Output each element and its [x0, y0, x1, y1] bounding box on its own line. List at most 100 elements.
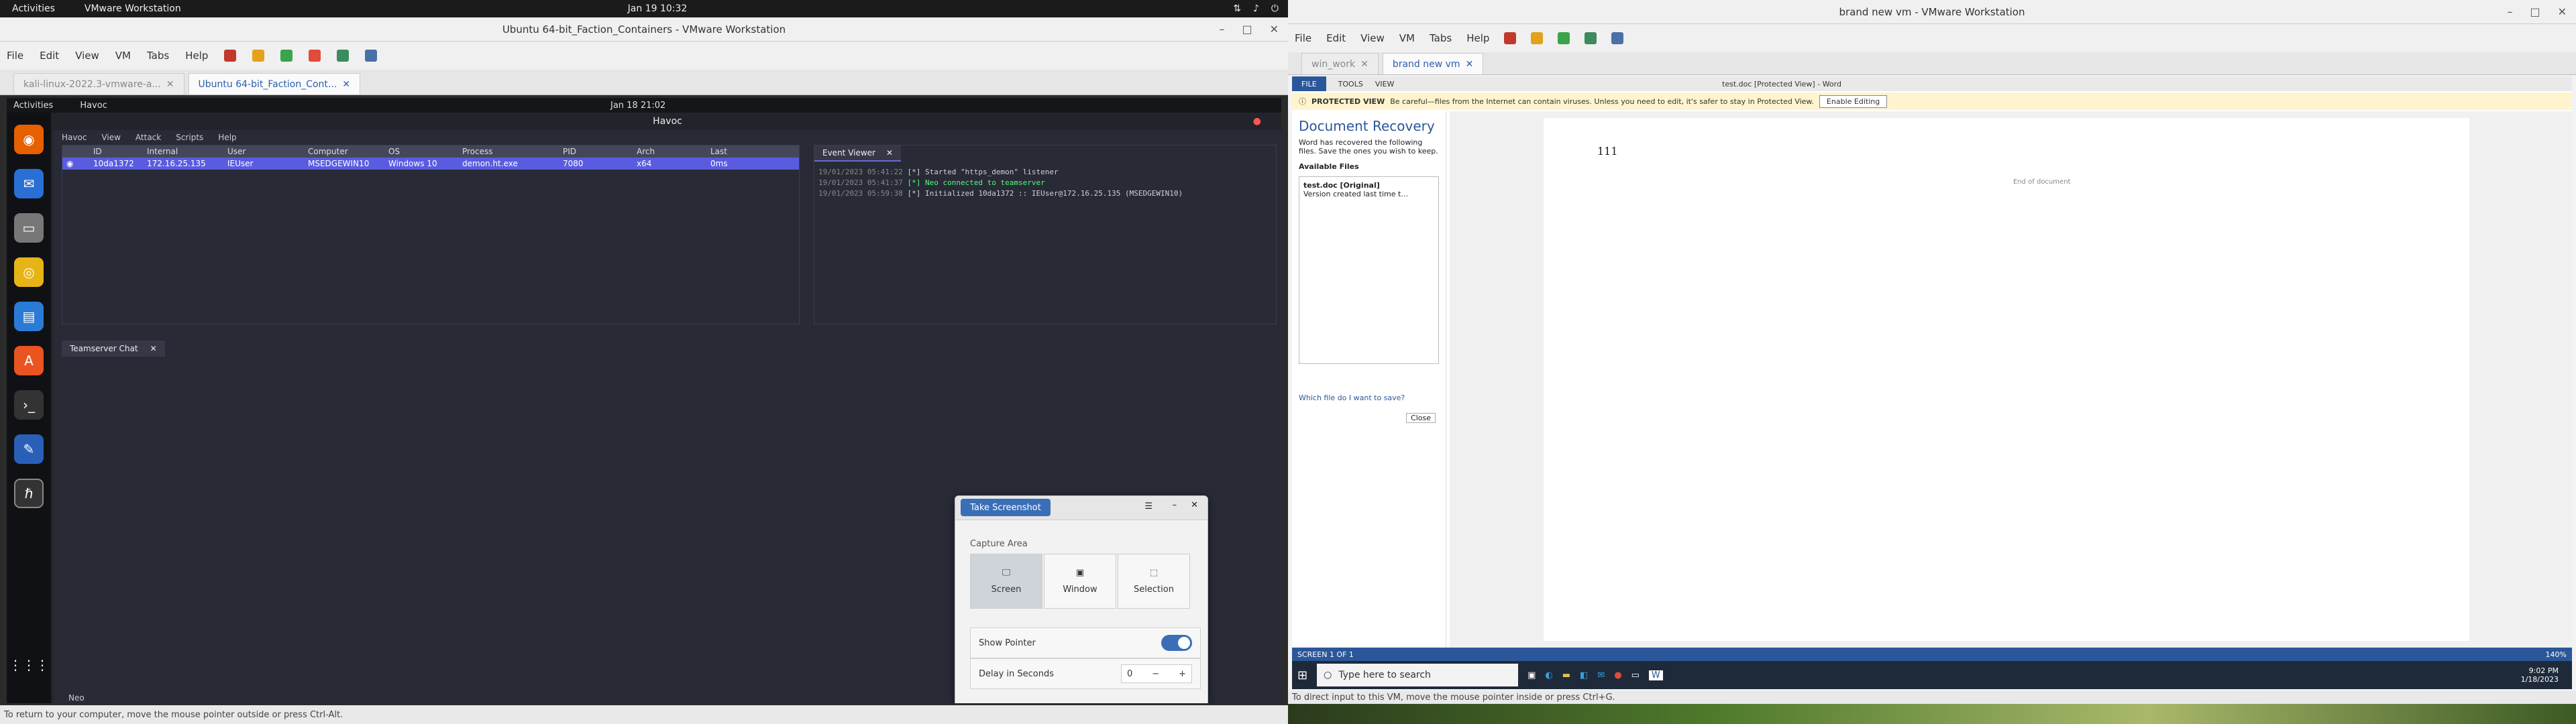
close-icon[interactable]: ✕: [886, 148, 893, 158]
close-icon[interactable]: ✕: [1270, 23, 1279, 36]
ribbon-tools[interactable]: TOOLS: [1338, 80, 1363, 88]
minus-icon[interactable]: −: [1152, 669, 1159, 679]
minimize-icon[interactable]: –: [1173, 500, 1177, 510]
suspend-icon[interactable]: [1531, 32, 1544, 44]
col-pid[interactable]: PID: [559, 147, 633, 156]
capture-screen-option[interactable]: 🖵 Screen: [970, 554, 1042, 609]
menu-icon[interactable]: ☰: [1144, 501, 1152, 511]
menu-help[interactable]: Help: [185, 50, 208, 62]
col-last[interactable]: Last: [706, 147, 760, 156]
havoc-menu-havoc[interactable]: Havoc: [62, 133, 87, 142]
terminal-icon[interactable]: ›_: [14, 390, 44, 420]
windows-start-icon[interactable]: ⊞: [1297, 668, 1307, 682]
col-id[interactable]: ID: [89, 147, 143, 156]
suspend-icon[interactable]: [252, 50, 265, 62]
app-menu[interactable]: VMware Workstation: [85, 3, 181, 14]
havoc-menu-attack[interactable]: Attack: [136, 133, 161, 142]
close-icon[interactable]: ✕: [342, 79, 350, 90]
minimize-icon[interactable]: –: [2507, 5, 2512, 18]
task-view-icon[interactable]: ▣: [1527, 670, 1536, 680]
ubuntu-guest-screen[interactable]: Activities Havoc Jan 18 21:02 ◉ ✉ ▭ ◎ ▤ …: [7, 98, 1281, 703]
snapshot-icon[interactable]: [337, 50, 350, 62]
snapshot-icon[interactable]: [1585, 32, 1597, 44]
take-screenshot-button[interactable]: Take Screenshot: [961, 499, 1051, 516]
activities-button[interactable]: Activities: [12, 3, 55, 14]
close-icon[interactable]: ✕: [1466, 59, 1474, 70]
close-icon[interactable]: ✕: [2558, 5, 2567, 18]
close-button[interactable]: Close: [1406, 413, 1436, 423]
menu-tabs[interactable]: Tabs: [147, 50, 169, 62]
col-internal[interactable]: Internal: [143, 147, 223, 156]
windows-guest-screen[interactable]: FILE TOOLS VIEW test.doc [Protected View…: [1292, 76, 2572, 689]
ubuntu-activities[interactable]: Activities: [13, 101, 53, 111]
tab-event-viewer[interactable]: Event Viewer ✕: [814, 145, 902, 162]
col-computer[interactable]: Computer: [304, 147, 384, 156]
play-icon[interactable]: [1558, 32, 1570, 44]
zoom-level[interactable]: 140%: [2546, 650, 2567, 659]
rhythmbox-icon[interactable]: ◎: [14, 257, 44, 287]
ubuntu-app-menu[interactable]: Havoc: [80, 101, 107, 111]
menu-vm[interactable]: VM: [115, 50, 131, 62]
col-process[interactable]: Process: [458, 147, 559, 156]
col-user[interactable]: User: [223, 147, 304, 156]
close-icon[interactable]: ●: [1253, 116, 1261, 127]
delay-value[interactable]: 0: [1127, 669, 1132, 679]
word-icon[interactable]: W: [1648, 670, 1663, 680]
havoc-icon[interactable]: ℏ: [14, 479, 44, 508]
edge-icon[interactable]: ◐: [1545, 670, 1552, 680]
col-arch[interactable]: Arch: [633, 147, 706, 156]
ubuntu-clock[interactable]: Jan 18 21:02: [610, 101, 665, 111]
enable-editing-button[interactable]: Enable Editing: [1819, 95, 1888, 108]
fullscreen-icon[interactable]: [365, 50, 378, 62]
taskbar-clock[interactable]: 9:02 PM 1/18/2023: [2521, 666, 2559, 684]
explorer-icon[interactable]: ▬: [1562, 670, 1570, 680]
capture-selection-option[interactable]: ⬚ Selection: [1118, 554, 1190, 609]
text-editor-icon[interactable]: ✎: [14, 434, 44, 464]
menu-edit[interactable]: Edit: [40, 50, 59, 62]
document-page[interactable]: 111 End of document: [1544, 118, 2469, 641]
close-icon[interactable]: ✕: [166, 79, 174, 90]
close-icon[interactable]: ✕: [1360, 59, 1368, 70]
havoc-menu-scripts[interactable]: Scripts: [176, 133, 203, 142]
tab-kali[interactable]: kali-linux-2022.3-vmware-a... ✕: [13, 73, 184, 95]
files-icon[interactable]: ▭: [14, 213, 44, 243]
col-os[interactable]: OS: [384, 147, 458, 156]
which-file-link[interactable]: Which file do I want to save?: [1299, 394, 1439, 402]
thunderbird-icon[interactable]: ✉: [14, 169, 44, 198]
store-icon[interactable]: ◧: [1580, 670, 1588, 680]
taskbar-search[interactable]: ○ Type here to search: [1317, 664, 1519, 686]
tab-teamserver-chat[interactable]: Teamserver Chat ✕: [62, 341, 165, 357]
havoc-menu-view[interactable]: View: [101, 133, 120, 142]
fullscreen-icon[interactable]: [1611, 32, 1624, 44]
writer-icon[interactable]: ▤: [14, 302, 44, 331]
close-icon[interactable]: ✕: [1191, 500, 1198, 510]
app-icon[interactable]: ●: [1614, 670, 1621, 680]
plus-icon[interactable]: +: [1179, 669, 1186, 679]
mail-icon[interactable]: ✉: [1597, 670, 1605, 680]
system-tray[interactable]: ⇅ ♪ ⏻: [1233, 3, 1279, 14]
gnome-clock[interactable]: Jan 19 10:32: [610, 3, 704, 14]
menu-view[interactable]: View: [75, 50, 99, 62]
power-off-icon[interactable]: [224, 50, 237, 62]
document-area[interactable]: 111 End of document: [1450, 111, 2572, 648]
capture-window-option[interactable]: ▣ Window: [1044, 554, 1116, 609]
tab-win-work[interactable]: win_work ✕: [1301, 53, 1379, 74]
delay-spinner[interactable]: 0 − +: [1121, 664, 1192, 683]
ribbon-view[interactable]: VIEW: [1375, 80, 1395, 88]
menu-tabs[interactable]: Tabs: [1430, 32, 1452, 44]
menu-file[interactable]: File: [1295, 32, 1311, 44]
play-icon[interactable]: [280, 50, 293, 62]
maximize-icon[interactable]: □: [2530, 5, 2540, 18]
close-icon[interactable]: ✕: [150, 344, 157, 353]
list-item[interactable]: test.doc [Original] Version created last…: [1303, 181, 1434, 198]
terminal-icon[interactable]: ▭: [1631, 670, 1640, 680]
software-icon[interactable]: A: [14, 346, 44, 375]
menu-view[interactable]: View: [1360, 32, 1385, 44]
menu-edit[interactable]: Edit: [1326, 32, 1346, 44]
ribbon-file[interactable]: FILE: [1292, 76, 1326, 91]
reset-icon[interactable]: [309, 50, 321, 62]
menu-file[interactable]: File: [7, 50, 23, 62]
minimize-icon[interactable]: –: [1219, 23, 1224, 36]
show-pointer-toggle[interactable]: [1161, 635, 1192, 651]
menu-help[interactable]: Help: [1466, 32, 1489, 44]
